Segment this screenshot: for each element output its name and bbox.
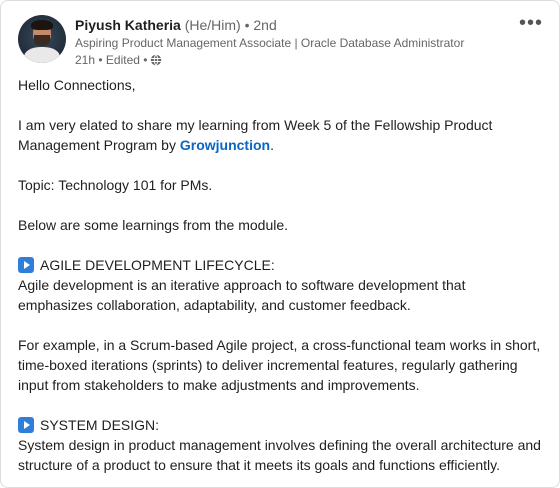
- section-system-heading: SYSTEM DESIGN:: [40, 417, 160, 433]
- author-name[interactable]: Piyush Katheria: [75, 17, 181, 33]
- play-button-icon: [18, 257, 34, 273]
- post-body: Hello Connections, I am very elated to s…: [18, 75, 543, 487]
- author-line: Piyush Katheria (He/Him) • 2nd: [75, 16, 464, 34]
- avatar-beard: [34, 35, 50, 46]
- growjunction-link[interactable]: Growjunction: [180, 137, 270, 153]
- post-card: Piyush Katheria (He/Him) • 2nd Aspiring …: [0, 0, 560, 488]
- author-pronouns: (He/Him): [184, 17, 241, 33]
- author-headline: Aspiring Product Management Associate | …: [75, 36, 465, 50]
- play-button-icon: [18, 417, 34, 433]
- post-timestamp-row: 21h • Edited •: [75, 52, 464, 68]
- more-options-icon[interactable]: •••: [519, 13, 543, 33]
- section-system-design: SYSTEM DESIGN: System design in product m…: [18, 415, 543, 475]
- connection-degree: • 2nd: [244, 17, 277, 33]
- author-meta: Piyush Katheria (He/Him) • 2nd Aspiring …: [75, 16, 464, 68]
- post-timestamp: 21h • Edited •: [75, 53, 148, 67]
- post-greeting: Hello Connections,: [18, 77, 136, 93]
- globe-icon: [151, 54, 162, 66]
- post-intro-end: .: [270, 137, 274, 153]
- post-intro: I am very elated to share my learning fr…: [18, 115, 543, 155]
- section-agile-heading: AGILE DEVELOPMENT LIFECYCLE:: [40, 257, 275, 273]
- avatar-shirt: [24, 47, 60, 63]
- section-agile-text: Agile development is an iterative approa…: [18, 277, 466, 313]
- post-header: Piyush Katheria (He/Him) • 2nd Aspiring …: [18, 13, 547, 69]
- section-agile-example: For example, in a Scrum-based Agile proj…: [18, 337, 541, 393]
- section-system-text: System design in product management invo…: [18, 437, 541, 473]
- avatar[interactable]: [18, 15, 66, 63]
- post-below: Below are some learnings from the module…: [18, 217, 289, 233]
- avatar-hair: [31, 20, 53, 30]
- section-agile: AGILE DEVELOPMENT LIFECYCLE: Agile develo…: [18, 255, 543, 315]
- post-topic: Topic: Technology 101 for PMs.: [18, 177, 213, 193]
